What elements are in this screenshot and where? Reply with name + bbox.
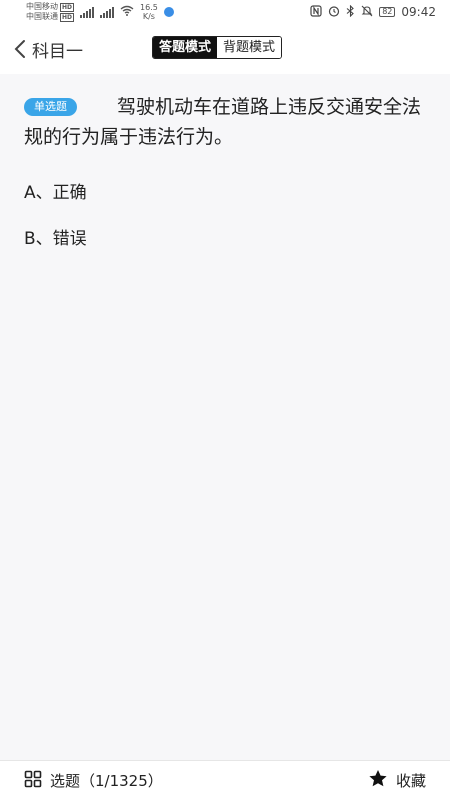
carrier-info: 中国移动 HD 中国联通 HD bbox=[26, 2, 75, 22]
select-question-label: 选题（1/1325） bbox=[50, 772, 163, 790]
wifi-icon bbox=[120, 5, 134, 19]
options-list: A、正确 B、错误 bbox=[24, 170, 426, 262]
status-bar: 中国移动 HD 中国联通 HD 16.5 K/s 82 09:42 bbox=[0, 0, 450, 24]
net-speed-unit: K/s bbox=[142, 12, 155, 21]
favorite-label: 收藏 bbox=[395, 772, 426, 790]
status-left: 中国移动 HD 中国联通 HD 16.5 K/s bbox=[26, 2, 174, 22]
option-a[interactable]: A、正确 bbox=[24, 170, 426, 216]
header: 科目一 答题模式 背题模式 bbox=[0, 24, 450, 74]
carrier-row-1: 中国移动 HD bbox=[26, 2, 75, 12]
grid-icon bbox=[24, 770, 42, 792]
question-text: 驾驶机动车在道路上违反交通安全法规的行为属于违法行为。 bbox=[24, 96, 422, 148]
star-icon bbox=[368, 769, 388, 792]
mute-icon bbox=[361, 5, 373, 20]
option-b[interactable]: B、错误 bbox=[24, 216, 426, 262]
signal-icon bbox=[100, 6, 115, 18]
carrier-2-label: 中国联通 bbox=[26, 12, 58, 21]
carrier-1-label: 中国移动 bbox=[26, 2, 58, 11]
chevron-left-icon bbox=[14, 39, 26, 59]
mode-toggle: 答题模式 背题模式 bbox=[152, 36, 283, 59]
question-type-badge: 单选题 bbox=[24, 98, 77, 116]
hd-badge: HD bbox=[60, 12, 75, 22]
net-speed: 16.5 K/s bbox=[140, 3, 158, 21]
tab-recite-mode[interactable]: 背题模式 bbox=[217, 37, 282, 58]
carrier-row-2: 中国联通 HD bbox=[26, 12, 75, 22]
question-area: 单选题 驾驶机动车在道路上违反交通安全法规的行为属于违法行为。 A、正确 B、错误 bbox=[0, 74, 450, 760]
select-question-button[interactable]: 选题（1/1325） bbox=[24, 770, 163, 792]
favorite-button[interactable]: 收藏 bbox=[368, 769, 426, 792]
alarm-icon bbox=[328, 5, 340, 20]
back-button[interactable]: 科目一 bbox=[14, 37, 83, 62]
message-notification-icon bbox=[163, 7, 174, 17]
hd-badge: HD bbox=[60, 2, 75, 12]
status-right: 82 09:42 bbox=[310, 4, 436, 20]
net-speed-value: 16.5 bbox=[140, 3, 158, 12]
question: 单选题 驾驶机动车在道路上违反交通安全法规的行为属于违法行为。 bbox=[24, 92, 426, 152]
bottom-bar: 选题（1/1325） 收藏 bbox=[0, 760, 450, 800]
bluetooth-icon bbox=[346, 4, 355, 20]
page-title: 科目一 bbox=[32, 41, 83, 62]
clock: 09:42 bbox=[401, 5, 436, 19]
signal-icon bbox=[80, 6, 95, 18]
battery-icon: 82 bbox=[379, 7, 396, 17]
nfc-icon bbox=[310, 4, 322, 20]
battery-level: 82 bbox=[382, 7, 393, 16]
tab-answer-mode[interactable]: 答题模式 bbox=[153, 37, 218, 58]
